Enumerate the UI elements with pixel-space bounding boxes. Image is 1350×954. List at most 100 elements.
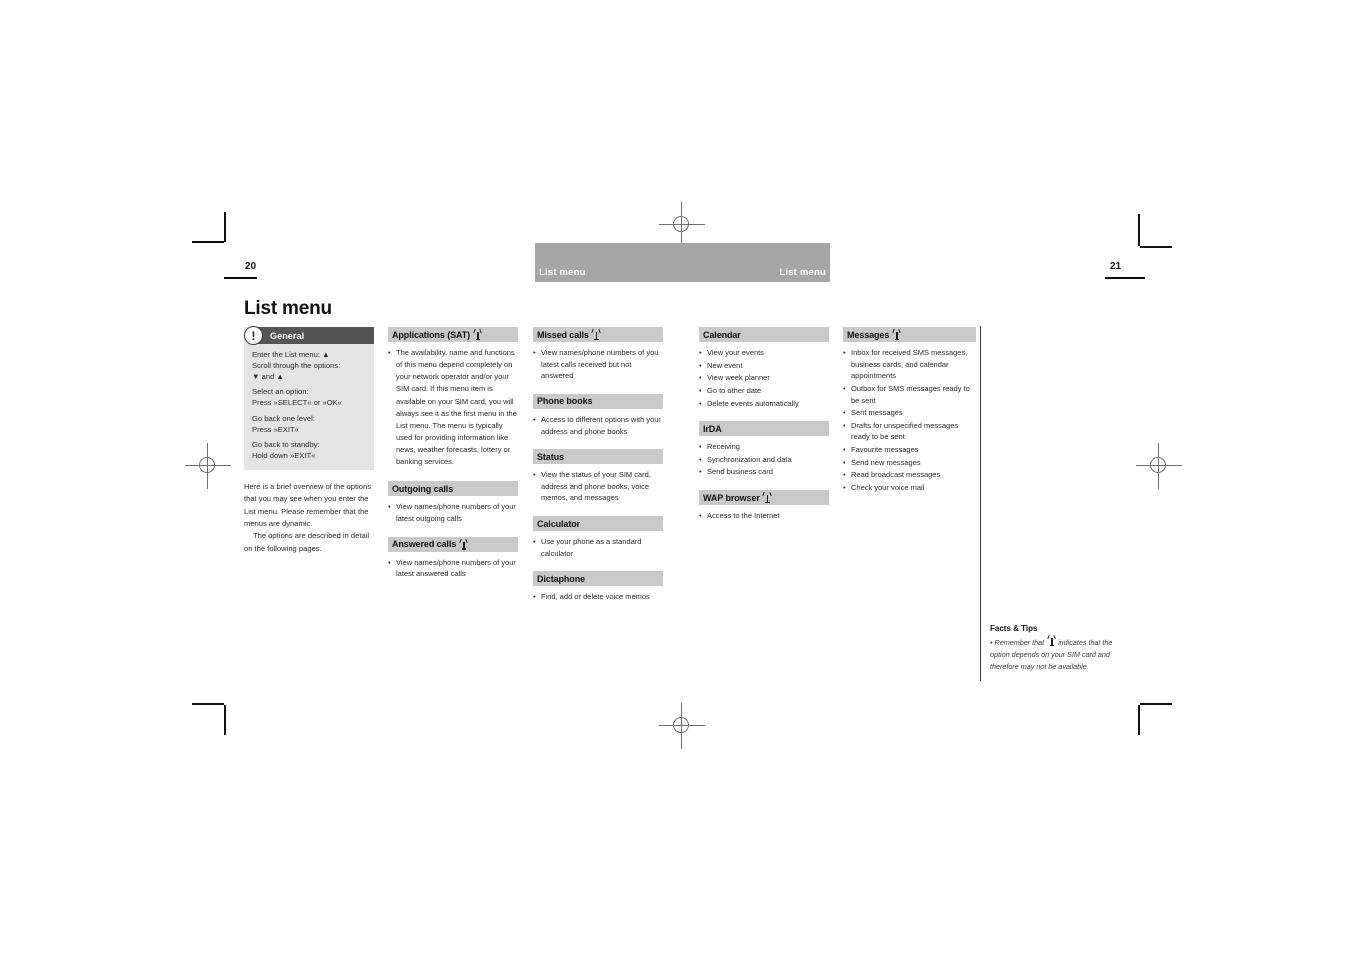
list-item: New event bbox=[699, 360, 829, 372]
section-list-phone-books: Access to different options with your ad… bbox=[533, 414, 663, 437]
list-item: The availability, name and functions of … bbox=[388, 347, 518, 468]
section-title-wap-browser: WAP browser bbox=[703, 492, 760, 503]
section-title-phone-books: Phone books bbox=[537, 396, 593, 407]
list-item: Synchronization and data bbox=[699, 454, 829, 466]
section-title-messages: Messages bbox=[847, 329, 890, 340]
list-item: Send new messages bbox=[843, 457, 976, 469]
column-2: Applications (SAT) The availability, nam… bbox=[388, 327, 518, 590]
sim-dependent-icon bbox=[1046, 634, 1057, 646]
margin-divider-rule bbox=[980, 326, 981, 681]
section-list-messages: Inbox for received SMS messages, busines… bbox=[843, 347, 976, 494]
list-item: Find, add or delete voice memos bbox=[533, 591, 663, 603]
sim-dependent-icon bbox=[458, 538, 469, 550]
list-item: Favourite messages bbox=[843, 444, 976, 456]
exclamation-circle-icon: ! bbox=[244, 326, 263, 345]
folio-right-rule bbox=[1105, 277, 1145, 279]
list-item: View your events bbox=[699, 347, 829, 359]
facts-and-tips-title: Facts & Tips bbox=[990, 624, 1038, 633]
section-title-status: Status bbox=[537, 451, 564, 462]
section-answered-calls: Answered calls View names/phone numbers … bbox=[388, 536, 518, 580]
crop-mark-top-right-horizontal bbox=[1140, 246, 1172, 248]
list-item: View names/phone numbers of you latest c… bbox=[533, 347, 663, 382]
section-list-calendar: View your events New event View week pla… bbox=[699, 347, 829, 409]
column-3: Missed calls View names/phone numbers of… bbox=[533, 327, 663, 613]
general-callout-title: General bbox=[270, 330, 305, 341]
section-header-calendar: Calendar bbox=[699, 327, 829, 342]
list-item: View week planner bbox=[699, 372, 829, 384]
list-item: View the status of your SIM card, addres… bbox=[533, 469, 663, 504]
section-header-applications-sat: Applications (SAT) bbox=[388, 327, 518, 342]
section-title-outgoing-calls: Outgoing calls bbox=[392, 483, 454, 494]
section-missed-calls: Missed calls View names/phone numbers of… bbox=[533, 327, 663, 382]
section-title-applications-sat: Applications (SAT) bbox=[392, 329, 471, 340]
list-item: Delete events automatically bbox=[699, 398, 829, 410]
section-list-answered-calls: View names/phone numbers of your latest … bbox=[388, 557, 518, 580]
section-calendar: Calendar View your events New event View… bbox=[699, 327, 829, 409]
section-wap-browser: WAP browser Access to the Internet bbox=[699, 490, 829, 522]
registration-mark-left bbox=[185, 443, 231, 489]
section-irda: IrDA Receiving Synchronization and data … bbox=[699, 421, 829, 478]
list-item: Inbox for received SMS messages, busines… bbox=[843, 347, 976, 382]
list-item: Sent messages bbox=[843, 407, 976, 419]
folio-left: 20 bbox=[245, 261, 257, 272]
sim-dependent-icon bbox=[472, 328, 483, 340]
folio-left-rule bbox=[224, 277, 257, 279]
crop-mark-top-right-vertical bbox=[1138, 214, 1140, 246]
crop-mark-top-left-horizontal bbox=[192, 241, 224, 243]
page-title: List menu bbox=[244, 298, 332, 319]
registration-mark-right bbox=[1136, 443, 1182, 489]
general-line-3: Go back to standby: Hold down »EXIT« bbox=[252, 440, 320, 461]
folio-right: 21 bbox=[1110, 261, 1122, 272]
general-line-0: Enter the List menu: ▲ Scroll through th… bbox=[252, 350, 341, 381]
crop-mark-bottom-right-vertical bbox=[1138, 705, 1140, 735]
section-header-dictaphone: Dictaphone bbox=[533, 571, 663, 587]
section-header-status: Status bbox=[533, 449, 663, 465]
list-item: Send business card bbox=[699, 466, 829, 478]
section-list-dictaphone: Find, add or delete voice memos bbox=[533, 591, 663, 603]
crop-mark-bottom-right-horizontal bbox=[1140, 703, 1172, 705]
section-status: Status View the status of your SIM card,… bbox=[533, 449, 663, 504]
list-item: View names/phone numbers of your latest … bbox=[388, 557, 518, 580]
column-1: ! General Enter the List menu: ▲ Scroll … bbox=[244, 326, 374, 555]
section-list-missed-calls: View names/phone numbers of you latest c… bbox=[533, 347, 663, 382]
running-head-right: List menu bbox=[779, 267, 826, 278]
section-dictaphone: Dictaphone Find, add or delete voice mem… bbox=[533, 571, 663, 603]
list-item: Receiving bbox=[699, 441, 829, 453]
general-callout-header: ! General bbox=[244, 326, 374, 345]
crop-mark-bottom-left-horizontal bbox=[192, 703, 224, 705]
general-line-1: Select an option: Press »SELECT« or »OK« bbox=[252, 387, 342, 408]
column-4: Calendar View your events New event View… bbox=[699, 327, 829, 532]
section-title-dictaphone: Dictaphone bbox=[537, 573, 586, 584]
section-applications-sat: Applications (SAT) The availability, nam… bbox=[388, 327, 518, 468]
section-title-irda: IrDA bbox=[703, 423, 722, 434]
section-list-wap-browser: Access to the Internet bbox=[699, 510, 829, 522]
section-list-calculator: Use your phone as a standard calculator bbox=[533, 536, 663, 559]
section-header-calculator: Calculator bbox=[533, 516, 663, 531]
section-title-calculator: Calculator bbox=[537, 518, 581, 529]
facts-and-tips: Facts & Tips Remember that indicates tha… bbox=[990, 624, 1130, 673]
section-calculator: Calculator Use your phone as a standard … bbox=[533, 516, 663, 559]
section-messages: Messages Inbox for received SMS messages… bbox=[843, 327, 976, 494]
section-title-calendar: Calendar bbox=[703, 329, 741, 340]
list-item: Go to other date bbox=[699, 385, 829, 397]
section-header-irda: IrDA bbox=[699, 421, 829, 437]
section-phone-books: Phone books Access to different options … bbox=[533, 393, 663, 437]
list-item: Drafts for unspecified messages ready to… bbox=[843, 420, 976, 443]
registration-mark-bottom bbox=[659, 703, 705, 749]
facts-text-before-icon: Remember that bbox=[990, 638, 1044, 647]
section-header-outgoing-calls: Outgoing calls bbox=[388, 481, 518, 497]
general-callout-body: Enter the List menu: ▲ Scroll through th… bbox=[244, 344, 374, 470]
general-line-2: Go back one level: Press »EXIT« bbox=[252, 413, 315, 434]
section-list-applications-sat: The availability, name and functions of … bbox=[388, 347, 518, 468]
facts-and-tips-body: Remember that indicates that the option … bbox=[990, 634, 1130, 673]
section-title-answered-calls: Answered calls bbox=[392, 539, 457, 550]
section-header-messages: Messages bbox=[843, 327, 976, 342]
section-header-phone-books: Phone books bbox=[533, 393, 663, 409]
general-callout-box: ! General Enter the List menu: ▲ Scroll … bbox=[244, 326, 374, 471]
section-title-missed-calls: Missed calls bbox=[537, 329, 589, 340]
crop-mark-bottom-left-vertical bbox=[224, 705, 226, 735]
intro-paragraph-2: The options are described in detail on t… bbox=[244, 531, 370, 553]
section-header-answered-calls: Answered calls bbox=[388, 536, 518, 552]
list-item: Read broadcast messages bbox=[843, 469, 976, 481]
list-item: View names/phone numbers of your latest … bbox=[388, 501, 518, 524]
